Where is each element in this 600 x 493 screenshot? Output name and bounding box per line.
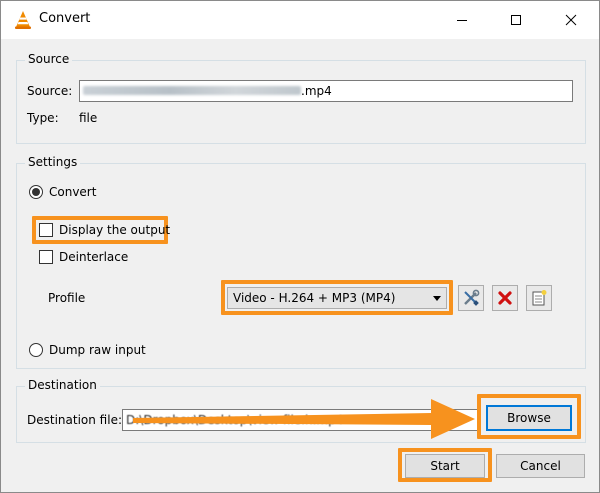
source-group-title: Source <box>25 52 73 66</box>
profile-select[interactable]: Video - H.264 + MP3 (MP4) <box>227 287 447 309</box>
type-label: Type: <box>27 111 59 125</box>
close-icon <box>565 14 577 26</box>
source-group: Source <box>16 52 586 144</box>
display-output-checkbox[interactable] <box>39 223 53 237</box>
cancel-label: Cancel <box>520 459 561 473</box>
browse-button[interactable]: Browse <box>486 405 572 431</box>
maximize-icon <box>511 15 521 25</box>
source-label: Source: <box>27 84 73 98</box>
convert-dialog: Convert Source Source: .mp4 Type: file S… <box>0 0 600 493</box>
dump-raw-label: Dump raw input <box>49 343 146 357</box>
source-suffix: .mp4 <box>301 84 332 98</box>
delete-x-icon <box>498 291 512 305</box>
vlc-cone-icon <box>15 11 31 29</box>
convert-radio[interactable] <box>29 185 43 199</box>
settings-group: Settings <box>16 155 586 369</box>
new-profile-button[interactable] <box>526 285 552 311</box>
wrench-screwdriver-icon <box>464 289 480 306</box>
destination-file-value: D:\Dropbox\Desktop\view file.h.mp4 <box>126 413 344 427</box>
convert-label: Convert <box>49 185 97 199</box>
profile-label: Profile <box>48 291 86 305</box>
cancel-button[interactable]: Cancel <box>496 454 585 478</box>
deinterlace-checkbox[interactable] <box>39 250 53 264</box>
display-output-label: Display the output <box>59 223 171 237</box>
type-value: file <box>79 111 98 125</box>
settings-group-title: Settings <box>25 155 81 169</box>
window-title: Convert <box>39 11 91 26</box>
deinterlace-label: Deinterlace <box>59 250 129 264</box>
destination-file-field[interactable]: D:\Dropbox\Desktop\view file.h.mp4 <box>122 409 479 431</box>
delete-profile-button[interactable] <box>492 285 518 311</box>
dump-raw-radio[interactable] <box>29 343 43 357</box>
new-profile-icon <box>532 290 547 306</box>
browse-label: Browse <box>507 411 551 425</box>
close-button[interactable] <box>548 1 594 39</box>
minimize-icon <box>457 20 467 21</box>
profile-selected: Video - H.264 + MP3 (MP4) <box>233 291 396 305</box>
title-bar: Convert <box>1 1 599 39</box>
edit-profile-button[interactable] <box>458 285 484 311</box>
minimize-button[interactable] <box>439 1 485 39</box>
chevron-down-icon <box>433 296 441 301</box>
destination-group-title: Destination <box>25 378 100 392</box>
blurred-path <box>83 86 301 95</box>
start-button[interactable]: Start <box>405 454 485 478</box>
start-label: Start <box>430 459 460 473</box>
maximize-button[interactable] <box>493 1 539 39</box>
destination-file-label: Destination file: <box>27 413 122 427</box>
source-field[interactable]: .mp4 <box>79 80 573 102</box>
